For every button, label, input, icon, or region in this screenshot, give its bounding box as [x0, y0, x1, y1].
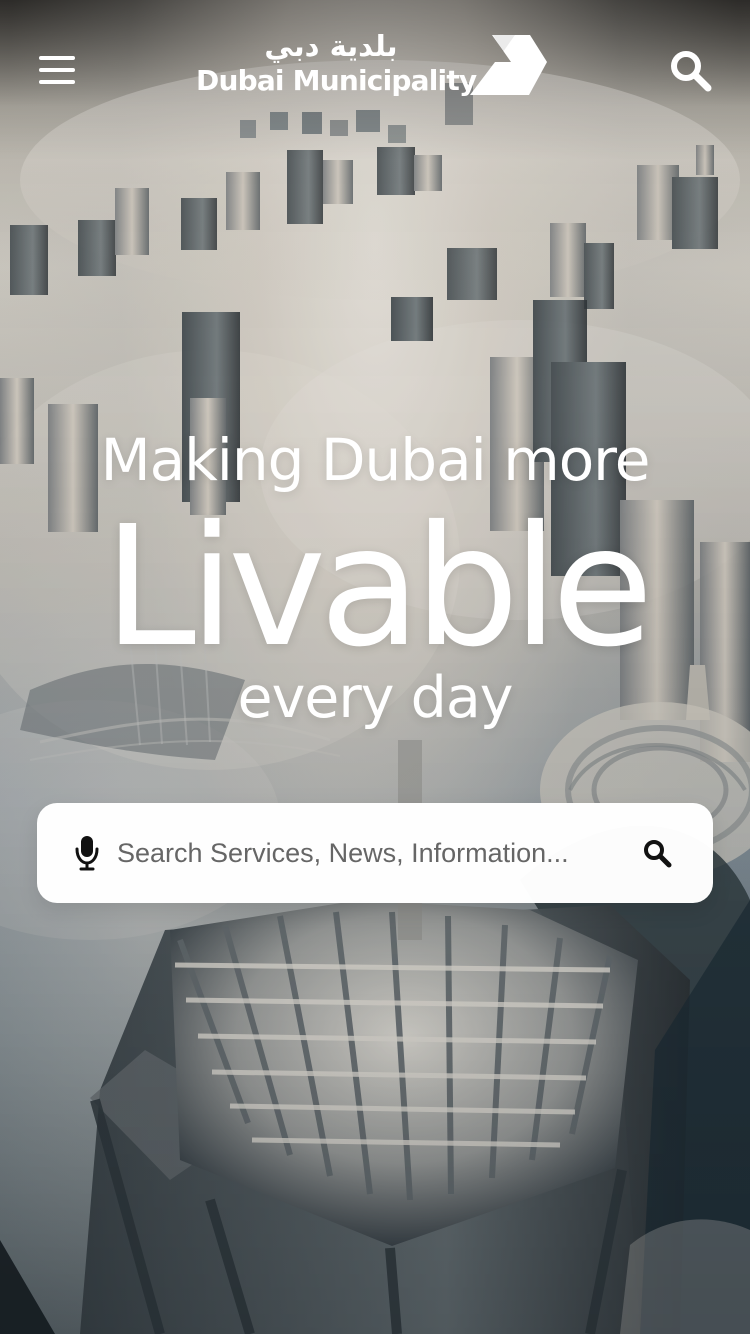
- logo-mark: [470, 35, 547, 95]
- hero-text-block: Making Dubai more Livable every day: [0, 418, 750, 732]
- search-icon: [671, 51, 712, 92]
- top-bar: بلدية دبي Dubai Municipality: [0, 0, 750, 130]
- search-input[interactable]: [117, 827, 607, 879]
- logo-arabic-text: بلدية دبي: [264, 29, 398, 63]
- logo-text: بلدية دبي Dubai Municipality: [196, 29, 477, 97]
- microphone-icon: [75, 836, 99, 871]
- voice-search-button[interactable]: [67, 830, 107, 876]
- menu-button[interactable]: [21, 34, 93, 106]
- logo-english-text: Dubai Municipality: [196, 64, 477, 97]
- hero-line2: Livable: [103, 491, 653, 684]
- search-bar: [37, 803, 713, 903]
- dubai-municipality-logo[interactable]: بلدية دبي Dubai Municipality: [196, 28, 550, 102]
- header-search-button[interactable]: [654, 34, 726, 106]
- home-screen: بلدية دبي Dubai Municipality Making Duba…: [0, 0, 750, 1334]
- hero-line1: Making Dubai more: [100, 426, 651, 494]
- search-submit-button[interactable]: [635, 831, 679, 875]
- hamburger-icon: [39, 56, 75, 84]
- search-icon: [644, 840, 672, 868]
